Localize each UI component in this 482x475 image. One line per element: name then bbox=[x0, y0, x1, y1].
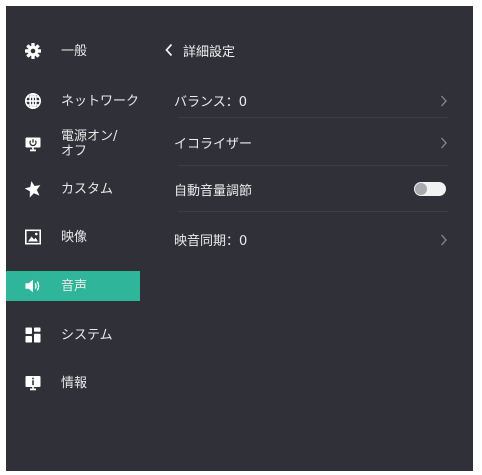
sidebar-item-audio[interactable]: 音声 bbox=[6, 271, 140, 301]
picture-icon bbox=[24, 228, 42, 246]
divider bbox=[178, 117, 448, 118]
sidebar-item-label: システム bbox=[61, 327, 113, 343]
sidebar-item-label: 情報 bbox=[61, 375, 88, 391]
monitor-power-icon bbox=[24, 135, 42, 153]
chevron-right-icon bbox=[440, 232, 448, 246]
divider bbox=[178, 165, 448, 166]
speaker-icon bbox=[24, 277, 42, 295]
sidebar-item-power[interactable]: 電源オン/ オフ bbox=[6, 126, 140, 162]
sidebar-item-system[interactable]: システム bbox=[6, 320, 140, 350]
sidebar: 一般 ネットワーク 電源オン/ オフ カスタム 映像 音声 システム 情報 bbox=[6, 6, 146, 471]
av-sync-row[interactable]: 映音同期：0 bbox=[174, 225, 452, 253]
sidebar-item-label: 電源オン/ オフ bbox=[61, 129, 118, 159]
sidebar-item-label: ネットワーク bbox=[61, 93, 140, 109]
gear-icon bbox=[24, 42, 42, 60]
toggle-knob bbox=[415, 183, 427, 195]
auto-volume-label: 自動音量調節 bbox=[174, 183, 253, 199]
balance-row[interactable]: バランス：0 bbox=[174, 86, 452, 114]
chevron-right-icon bbox=[440, 135, 448, 149]
star-icon bbox=[24, 180, 42, 198]
av-sync-label: 映音同期：0 bbox=[174, 233, 248, 249]
equalizer-label: イコライザー bbox=[174, 136, 253, 152]
page-title: 詳細設定 bbox=[183, 44, 236, 60]
settings-panel: 一般 ネットワーク 電源オン/ オフ カスタム 映像 音声 システム 情報 詳細… bbox=[6, 6, 473, 471]
globe-icon bbox=[24, 92, 42, 110]
chevron-left-icon[interactable] bbox=[164, 43, 174, 57]
auto-volume-toggle[interactable] bbox=[414, 182, 446, 196]
chevron-right-icon bbox=[440, 93, 448, 107]
sidebar-item-label: 一般 bbox=[61, 43, 88, 59]
auto-volume-row[interactable]: 自動音量調節 bbox=[174, 175, 452, 203]
page-header: 詳細設定 bbox=[164, 40, 235, 60]
sidebar-item-label: カスタム bbox=[61, 181, 114, 197]
sidebar-item-network[interactable]: ネットワーク bbox=[6, 86, 140, 116]
sidebar-item-label: 音声 bbox=[61, 278, 88, 294]
sidebar-item-info[interactable]: 情報 bbox=[6, 368, 140, 398]
system-grid-icon bbox=[24, 326, 42, 344]
equalizer-row[interactable]: イコライザー bbox=[174, 128, 452, 156]
sidebar-item-custom[interactable]: カスタム bbox=[6, 174, 140, 204]
balance-label: バランス：0 bbox=[174, 94, 248, 110]
sidebar-item-general[interactable]: 一般 bbox=[6, 36, 140, 66]
divider bbox=[178, 211, 448, 212]
info-monitor-icon bbox=[24, 374, 42, 392]
sidebar-item-label: 映像 bbox=[61, 229, 88, 245]
sidebar-item-picture[interactable]: 映像 bbox=[6, 222, 140, 252]
